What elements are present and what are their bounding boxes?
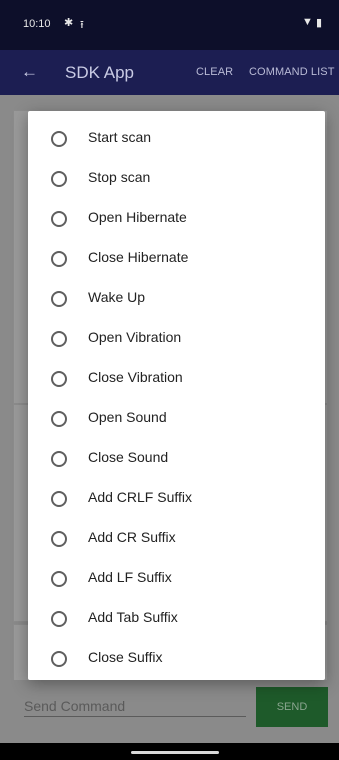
wifi-icon: ▼: [302, 16, 313, 28]
option-stop-scan[interactable]: Stop scan: [28, 159, 325, 199]
radio-icon[interactable]: [51, 531, 67, 547]
home-gesture-pill[interactable]: [131, 751, 219, 754]
status-time: 10:10: [23, 18, 51, 30]
radio-icon[interactable]: [51, 611, 67, 627]
option-open-sound[interactable]: Open Sound: [28, 399, 325, 439]
radio-icon[interactable]: [51, 651, 67, 667]
radio-icon[interactable]: [51, 171, 67, 187]
option-label: Close Suffix: [88, 649, 163, 665]
option-label: Add Tab Suffix: [88, 609, 178, 625]
command-list-dialog: Start scan Stop scan Open Hibernate Clos…: [28, 111, 325, 680]
navigation-bar: [0, 743, 339, 760]
radio-icon[interactable]: [51, 251, 67, 267]
option-close-hibernate[interactable]: Close Hibernate: [28, 239, 325, 279]
option-open-vibration[interactable]: Open Vibration: [28, 319, 325, 359]
option-label: Open Hibernate: [88, 209, 187, 225]
option-label: Add CR Suffix: [88, 529, 176, 545]
bluetooth-icon: ✱: [64, 17, 74, 29]
option-add-tab-suffix[interactable]: Add Tab Suffix: [28, 599, 325, 639]
option-label: Close Hibernate: [88, 249, 189, 265]
option-close-suffix[interactable]: Close Suffix: [28, 639, 325, 679]
option-close-sound[interactable]: Close Sound: [28, 439, 325, 479]
option-label: Start scan: [88, 129, 152, 145]
radio-icon[interactable]: [51, 571, 67, 587]
send-command-input[interactable]: Send Command: [24, 698, 246, 717]
option-label: Add LF Suffix: [88, 569, 172, 585]
status-bar: 10:10 ✱ ⭱ ▼ ▮: [0, 0, 339, 50]
battery-icon: ▮: [316, 17, 323, 29]
option-add-crlf-suffix[interactable]: Add CRLF Suffix: [28, 479, 325, 519]
radio-icon[interactable]: [51, 211, 67, 227]
app-bar: ← SDK App CLEAR COMMAND LIST: [0, 50, 339, 95]
command-list-button[interactable]: COMMAND LIST: [249, 66, 335, 78]
radio-icon[interactable]: [51, 491, 67, 507]
option-label: Close Sound: [88, 449, 169, 465]
option-label: Close Vibration: [88, 369, 183, 385]
option-label: Stop scan: [88, 169, 151, 185]
back-arrow-icon[interactable]: ←: [21, 62, 38, 82]
option-label: Open Sound: [88, 409, 167, 425]
radio-icon[interactable]: [51, 371, 67, 387]
option-close-vibration[interactable]: Close Vibration: [28, 359, 325, 399]
option-add-lf-suffix[interactable]: Add LF Suffix: [28, 559, 325, 599]
send-button[interactable]: SEND: [256, 687, 328, 727]
option-open-hibernate[interactable]: Open Hibernate: [28, 199, 325, 239]
option-label: Add CRLF Suffix: [88, 489, 193, 505]
upload-icon: ⭱: [80, 19, 84, 31]
option-label: Wake Up: [88, 289, 146, 305]
option-wake-up[interactable]: Wake Up: [28, 279, 325, 319]
option-start-scan[interactable]: Start scan: [28, 119, 325, 159]
radio-icon[interactable]: [51, 331, 67, 347]
radio-icon[interactable]: [51, 451, 67, 467]
option-label: Open Vibration: [88, 329, 182, 345]
radio-icon[interactable]: [51, 291, 67, 307]
option-add-cr-suffix[interactable]: Add CR Suffix: [28, 519, 325, 559]
clear-button[interactable]: CLEAR: [196, 66, 233, 78]
radio-icon[interactable]: [51, 411, 67, 427]
app-title: SDK App: [65, 63, 134, 82]
radio-icon[interactable]: [51, 131, 67, 147]
